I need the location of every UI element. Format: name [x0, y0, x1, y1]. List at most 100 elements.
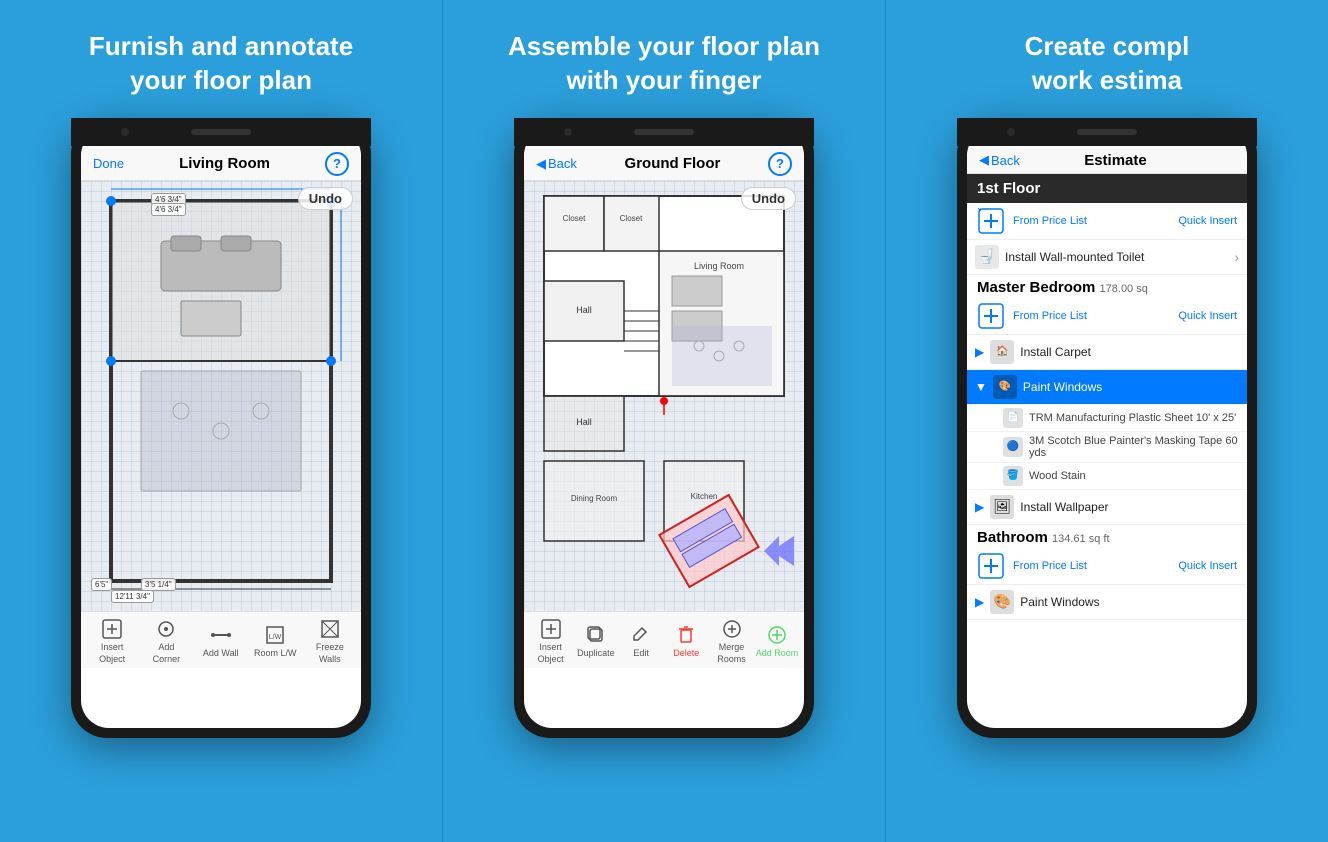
- phone-camera-1: [121, 128, 129, 136]
- measure-bottom-3: 12'11 3/4": [111, 590, 154, 603]
- from-price-label-2[interactable]: From Price List: [1013, 310, 1087, 322]
- nav-done-1[interactable]: Done: [93, 156, 124, 171]
- phone-speaker-2: [634, 129, 694, 135]
- wallpaper-play-icon: ▶: [975, 500, 984, 514]
- measure-bottom-2: 3'5 1/4": [141, 578, 176, 591]
- corner-icon-1: [155, 618, 177, 640]
- phone-camera-2: [564, 128, 572, 136]
- paint-windows-expand-icon: ▼: [975, 380, 987, 394]
- phone-camera-3: [1007, 128, 1015, 136]
- phone-frame-2: Carrier ▲ 9:16 AM ◀ Back Ground Floor ?: [514, 118, 814, 738]
- nav-help-1[interactable]: ?: [325, 152, 349, 176]
- toolbar-wall-1[interactable]: Add Wall: [200, 624, 242, 658]
- stain-row[interactable]: 🪣 Wood Stain: [967, 463, 1247, 490]
- carpet-play-icon: ▶: [975, 345, 984, 359]
- paint-windows-label: Paint Windows: [1023, 380, 1239, 394]
- merge-icon-2: [721, 618, 743, 640]
- panel-estimate: Create compl work estima Carrier ▲ 2:40 …: [886, 0, 1328, 842]
- quick-insert-label-3[interactable]: Quick Insert: [1178, 560, 1237, 572]
- toolbar-insert-label2-1: Object: [99, 654, 125, 664]
- toolbar-insert-label-2: Insert: [539, 642, 562, 652]
- toolbar-room-1[interactable]: L/W Room L/W: [254, 624, 297, 658]
- toilet-row[interactable]: 🚽 Install Wall-mounted Toilet ›: [967, 240, 1247, 275]
- trm-icon: 📄: [1003, 408, 1023, 428]
- bath-paint-windows-row[interactable]: ▶ 🎨 Paint Windows: [967, 585, 1247, 620]
- tape-icon: 🔵: [1003, 437, 1023, 457]
- paint-windows-row[interactable]: ▼ 🎨 Paint Windows: [967, 370, 1247, 405]
- phone-speaker-3: [1077, 129, 1137, 135]
- toolbar-merge-label2-2: Rooms: [717, 654, 746, 664]
- wallpaper-row[interactable]: ▶ 🖼 Install Wallpaper: [967, 490, 1247, 525]
- nav-help-2[interactable]: ?: [768, 152, 792, 176]
- nav-back-2[interactable]: ◀ Back: [536, 156, 577, 172]
- panel-2-title: Assemble your floor plan with your finge…: [508, 30, 820, 98]
- toolbar-dup-label-2: Duplicate: [577, 648, 615, 658]
- svg-text:Hall: Hall: [576, 417, 592, 427]
- toolbar-insert-2[interactable]: Insert Object: [530, 618, 572, 664]
- toilet-label: Install Wall-mounted Toilet: [1005, 250, 1228, 264]
- panel-furnish: Furnish and annotate your floor plan Car…: [0, 0, 442, 842]
- undo-btn-2[interactable]: Undo: [741, 187, 796, 210]
- section-master-label: Master Bedroom: [977, 279, 1095, 296]
- insert-icon-2: [540, 618, 562, 640]
- svg-text:Hall: Hall: [576, 305, 592, 315]
- freeze-icon-1: [319, 618, 341, 640]
- toolbar-room-label-1: Room L/W: [254, 648, 297, 658]
- toolbar-addroom-2[interactable]: Add Room: [756, 624, 799, 658]
- phone-frame-3: Carrier ▲ 2:40 PM ◀ Back Estimate: [957, 118, 1257, 738]
- measure-top-2: 4'6 3/4": [151, 203, 186, 216]
- panel-3-title: Create compl work estima: [1025, 30, 1190, 98]
- add-icon-1: [977, 207, 1005, 235]
- wallpaper-label: Install Wallpaper: [1020, 500, 1239, 514]
- toolbar-insert-1[interactable]: Insert Object: [91, 618, 133, 664]
- wall-icon-1: [210, 624, 232, 646]
- nav-back-3[interactable]: ◀ Back: [979, 152, 1020, 168]
- phone-notch-3: [957, 118, 1257, 146]
- section-master: Master Bedroom 178.00 sq: [967, 275, 1247, 298]
- phone-speaker-1: [191, 129, 251, 135]
- estimate-content: 1st Floor From Price List Quick Insert 🚽…: [967, 174, 1247, 728]
- svg-text:Closet: Closet: [620, 214, 643, 223]
- section-1st-floor-label: 1st Floor: [977, 180, 1040, 197]
- undo-btn-1[interactable]: Undo: [298, 187, 353, 210]
- bottom-toolbar-2: Insert Object Duplicate Edit: [524, 611, 804, 668]
- from-price-label-3[interactable]: From Price List: [1013, 560, 1087, 572]
- toolbar-freeze-label2-1: Walls: [319, 654, 341, 664]
- carpet-icon: 🏠: [990, 340, 1014, 364]
- section-bathroom: Bathroom 134.61 sq ft: [967, 525, 1247, 548]
- paint-windows-icon: 🎨: [993, 375, 1017, 399]
- toolbar-wall-label-1: Add Wall: [203, 648, 239, 658]
- price-list-row-1[interactable]: From Price List Quick Insert: [967, 203, 1247, 240]
- toolbar-edit-label-2: Edit: [633, 648, 649, 658]
- floor-plan-area-2: Closet Closet Hall Living Room: [524, 181, 804, 611]
- svg-text:Kitchen: Kitchen: [691, 492, 718, 501]
- toolbar-edit-2[interactable]: Edit: [620, 624, 662, 658]
- tape-row[interactable]: 🔵 3M Scotch Blue Painter's Masking Tape …: [967, 432, 1247, 463]
- toolbar-dup-2[interactable]: Duplicate: [575, 624, 617, 658]
- quick-insert-label-1[interactable]: Quick Insert: [1178, 215, 1237, 227]
- toolbar-corner-label-1: Add: [158, 642, 174, 652]
- dup-icon-2: [585, 624, 607, 646]
- price-list-row-3[interactable]: From Price List Quick Insert: [967, 548, 1247, 585]
- phone-screen-1: Carrier ▲ 10:58 AM Done Living Room ?: [81, 128, 361, 728]
- toilet-icon: 🚽: [975, 245, 999, 269]
- toolbar-freeze-label-1: Freeze: [316, 642, 344, 652]
- from-price-label-1[interactable]: From Price List: [1013, 215, 1087, 227]
- carpet-row[interactable]: ▶ 🏠 Install Carpet: [967, 335, 1247, 370]
- carpet-label: Install Carpet: [1020, 345, 1239, 359]
- nav-title-2: Ground Floor: [625, 155, 721, 172]
- svg-text:Dining Room: Dining Room: [571, 494, 618, 503]
- stain-icon: 🪣: [1003, 466, 1023, 486]
- quick-insert-label-2[interactable]: Quick Insert: [1178, 310, 1237, 322]
- floor-plan-svg-2: Closet Closet Hall Living Room: [524, 181, 804, 611]
- nav-title-3: Estimate: [1084, 152, 1147, 169]
- toolbar-merge-2[interactable]: Merge Rooms: [711, 618, 753, 664]
- trm-row[interactable]: 📄 TRM Manufacturing Plastic Sheet 10' x …: [967, 405, 1247, 432]
- measure-bottom-1: 6'5": [91, 578, 112, 591]
- toolbar-corner-1[interactable]: Add Corner: [145, 618, 187, 664]
- floor-plan-area-1: 4'6 3/4" 4'6 3/4" Undo 6'5" 3'5 1/4" 12'…: [81, 181, 361, 611]
- toolbar-freeze-1[interactable]: Freeze Walls: [309, 618, 351, 664]
- stain-label: Wood Stain: [1029, 470, 1086, 482]
- price-list-row-2[interactable]: From Price List Quick Insert: [967, 298, 1247, 335]
- toolbar-delete-2[interactable]: Delete: [665, 624, 707, 658]
